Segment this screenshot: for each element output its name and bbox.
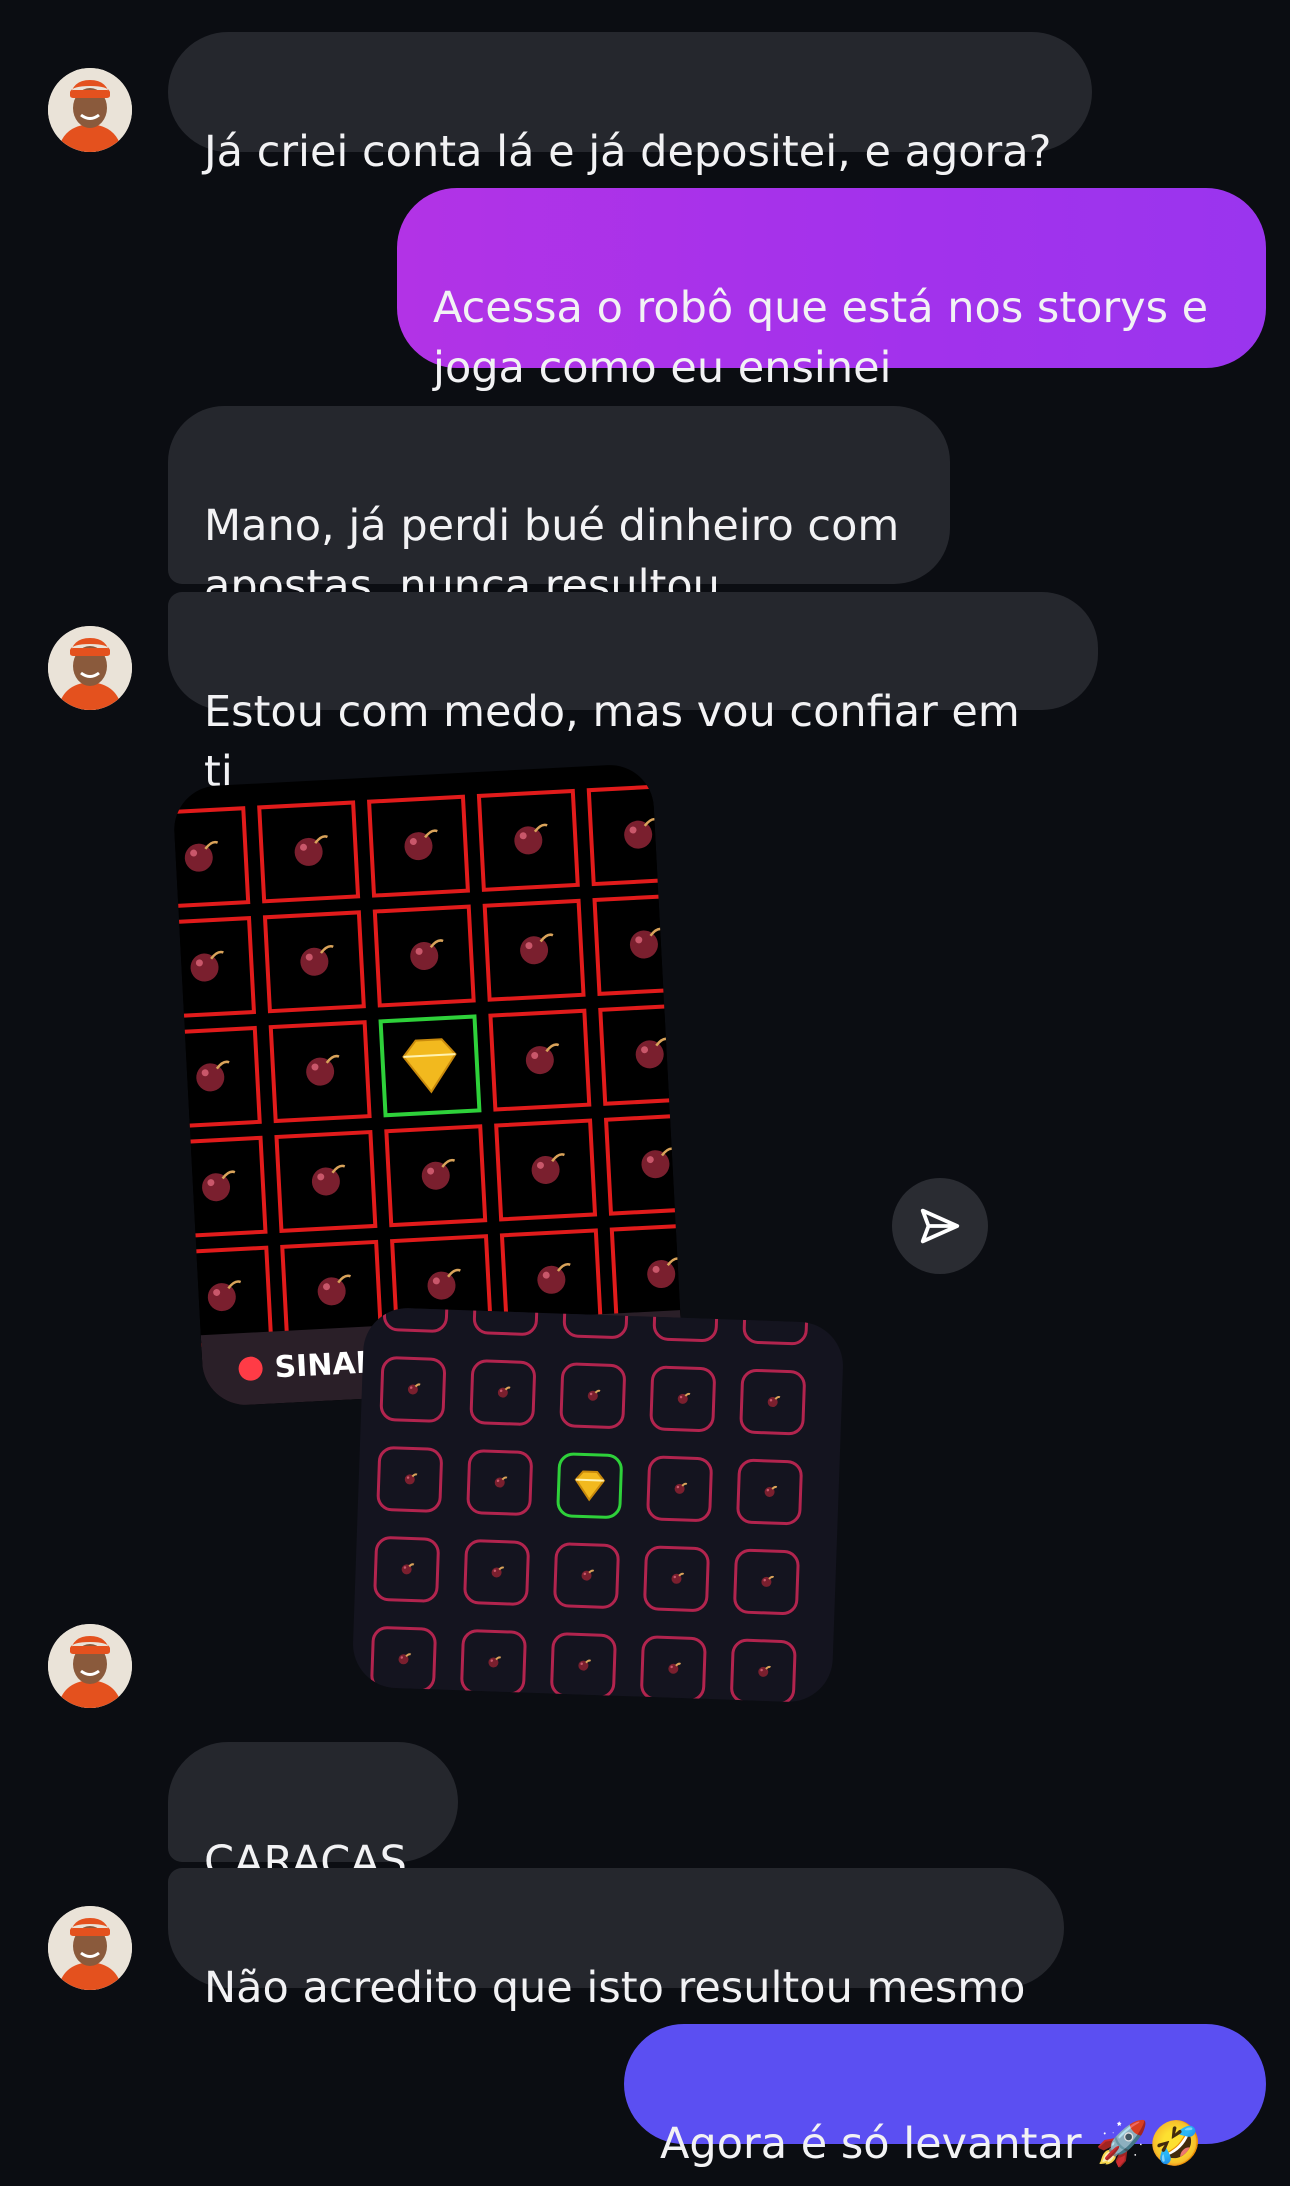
message-text: Acessa o robô que está nos storys e joga… <box>433 283 1209 393</box>
message-bubble-incoming[interactable]: Estou com medo, mas vou confiar em ti <box>168 592 1098 797</box>
avatar-image <box>48 68 132 152</box>
attachment-stack[interactable]: SINAL FI <box>168 755 868 1705</box>
message-text: Agora é só levantar 🚀🤣 <box>660 2119 1203 2169</box>
message-bubble-incoming[interactable]: CARAÇAS <box>168 1742 458 1887</box>
paper-plane-icon <box>920 1208 960 1244</box>
share-button[interactable] <box>892 1178 988 1274</box>
contact-avatar[interactable] <box>48 1906 132 1990</box>
message-bubble-outgoing[interactable]: Agora é só levantar 🚀🤣 <box>624 2024 1266 2169</box>
record-dot-icon <box>237 1356 264 1382</box>
grid-cell <box>382 1306 450 1333</box>
grid-cell <box>742 1306 809 1346</box>
bomb-icon <box>770 1306 784 1318</box>
message-text: Já criei conta lá e já depositei, e agor… <box>204 127 1052 177</box>
avatar-image <box>48 626 132 710</box>
message-bubble-incoming[interactable]: Mano, já perdi bué dinheiro com apostas,… <box>168 406 950 611</box>
message-text: Não acredito que isto resultou mesmo <box>204 1963 1026 2013</box>
mines-grid <box>370 1306 809 1704</box>
message-bubble-incoming[interactable]: Não acredito que isto resultou mesmo <box>168 1868 1064 2013</box>
message-bubble-incoming[interactable]: Já criei conta lá e já depositei, e agor… <box>168 32 1092 177</box>
avatar-image <box>48 1906 132 1990</box>
story-screenshot-pink-grid[interactable] <box>351 1306 845 1704</box>
message-bubble-outgoing[interactable]: Acessa o robô que está nos storys e joga… <box>397 188 1266 393</box>
contact-avatar[interactable] <box>48 1624 132 1708</box>
avatar-image <box>48 1624 132 1708</box>
bomb-icon <box>680 1306 691 1314</box>
contact-avatar[interactable] <box>48 626 132 710</box>
contact-avatar[interactable] <box>48 68 132 152</box>
